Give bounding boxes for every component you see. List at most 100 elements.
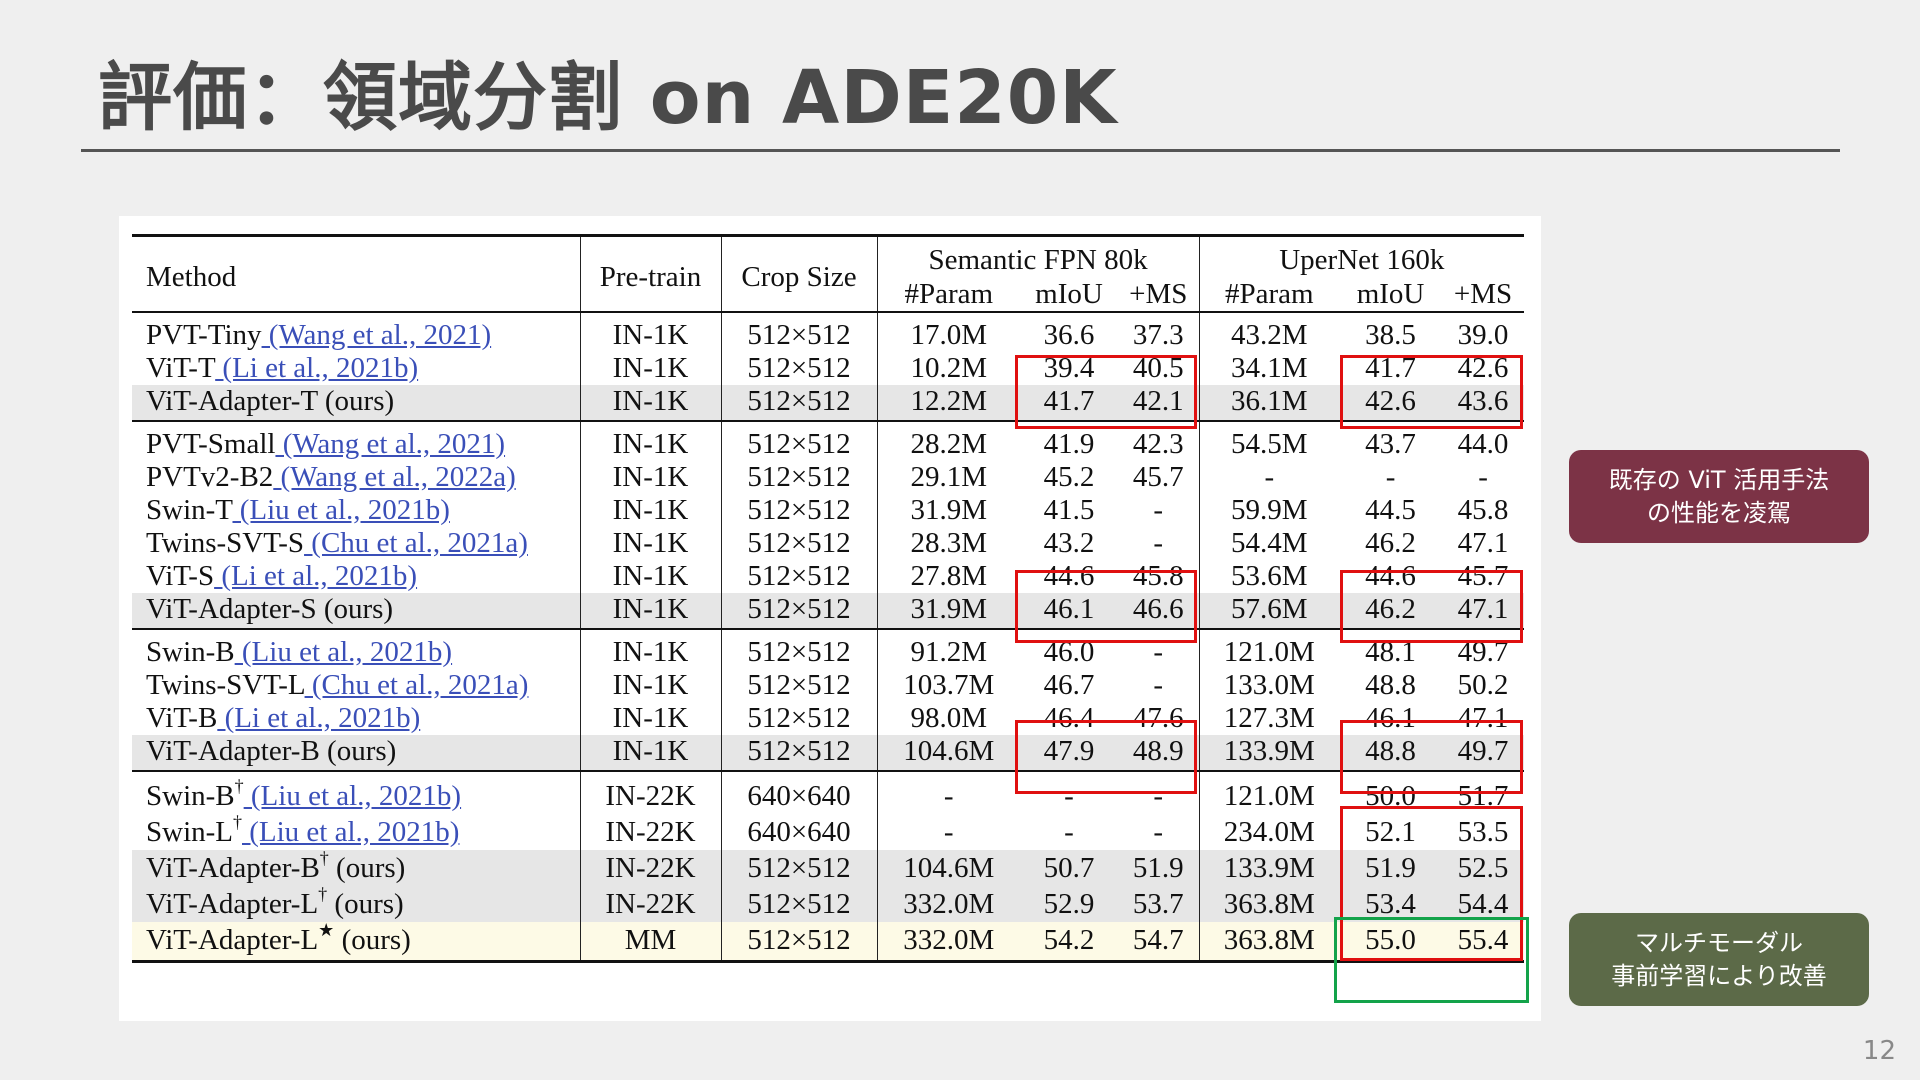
cell-fpn-ms: 53.7 [1118,886,1200,922]
cell-up-param: 43.2M [1198,312,1340,352]
cell-up-miou: 42.6 [1339,385,1443,421]
cell-crop: 512×512 [720,629,877,669]
citation-link[interactable]: (Wang et al., 2021) [262,319,491,351]
header-up-ms: +MS [1453,278,1513,310]
cell-pretrain: IN-1K [579,385,721,421]
cell-fpn-ms: 42.3 [1132,428,1184,460]
method-name: Twins-SVT-S [146,527,305,559]
method-cell: ViT-Adapter-B† (ours) [132,849,580,886]
citation-link[interactable]: (Li et al., 2021b) [215,352,418,384]
cell-pretrain: MM [579,922,721,962]
cell-up-miou: 43.7 [1365,428,1416,460]
cell-fpn-miou: 52.9 [1020,886,1118,922]
cell-pretrain: IN-1K [579,735,721,771]
citation-link[interactable]: (Liu et al., 2021b) [235,636,452,668]
cell-fpn-miou: 39.4 [1043,352,1095,384]
slide-title: 評価：領域分割 on ADE20K [98,55,1118,141]
citation-link[interactable]: (Wang et al., 2022a) [273,461,516,493]
cell-fpn-miou: 45.2 [1043,461,1095,493]
table-row: Twins-SVT-S (Chu et al., 2021a) IN-1K 512×… [132,527,1524,560]
cell-fpn-miou: - [1064,780,1074,812]
cell-up-ms: 39.0 [1457,319,1509,351]
cell-fpn-ms: - [1153,669,1164,701]
cell-fpn-ms: 45.7 [1132,461,1184,493]
citation-link[interactable]: (Chu et al., 2021a) [304,527,528,559]
table-row: ViT-Adapter-B (ours) IN-1K 512×512 104.6M 47… [132,735,1525,771]
cell-crop: 512×512 [720,527,877,560]
method-cell: ViT-Adapter-L★ (ours) [132,920,580,962]
cell-fpn-param: 31.9M [876,494,1020,527]
method-marker: ★ [318,920,335,941]
cell-fpn-miou: 46.1 [1020,593,1118,629]
method-name: ViT-S [146,560,215,592]
cell-up-ms: 43.6 [1442,385,1525,421]
cell-fpn-ms: 40.5 [1132,352,1184,384]
cell-pretrain: IN-1K [579,560,721,593]
cell-pretrain: IN-1K [579,669,721,702]
method-name: PVTv2-B2 [146,461,274,493]
table-row: Twins-SVT-L (Chu et al., 2021a) IN-1K 512×… [132,669,1524,702]
header-upernet: UperNet 160k [1198,235,1525,277]
cell-crop: 512×512 [720,421,877,461]
table-row: ViT-Adapter-L★ (ours) MM 512×512 332.0M 54.2… [132,920,1525,962]
table-row: PVT-Tiny (Wang et al., 2021) IN-1K 512×512… [132,312,1524,352]
cell-up-param: - [1198,461,1340,494]
cell-pretrain: IN-1K [579,312,721,352]
cell-fpn-miou: 44.6 [1043,560,1095,592]
cell-crop: 512×512 [720,735,877,771]
citation-link[interactable]: (Li et al., 2021b) [217,702,421,734]
citation-link[interactable]: (Liu et al., 2021b) [242,816,459,848]
header-up-param: #Param [1198,277,1340,312]
table-row: PVTv2-B2 (Wang et al., 2022a) IN-1K 512×51… [132,461,1524,494]
citation-link[interactable]: (Liu et al., 2021b) [244,780,461,812]
table-row: ViT-S (Li et al., 2021b) IN-1K 512×512 27.8… [132,560,1524,593]
cell-pretrain: IN-1K [579,421,721,461]
cell-fpn-miou: 46.0 [1043,636,1095,668]
header-semantic-fpn: Semantic FPN 80k [876,235,1200,277]
cell-crop: 512×512 [720,560,877,593]
cell-fpn-param: 98.0M [876,702,1020,735]
method-name: PVT-Small [146,428,276,460]
cell-crop: 512×512 [720,352,877,385]
table-group-tiny: PVT-Tiny (Wang et al., 2021) IN-1K 512×512… [132,312,1525,421]
citation-link[interactable]: (Liu et al., 2021b) [232,494,450,526]
cell-fpn-miou: 46.4 [1043,702,1095,734]
method-name: Swin-T [146,494,233,526]
cell-up-ms: 55.4 [1442,922,1525,962]
cell-up-miou: 44.6 [1365,560,1416,592]
method-suffix: (ours) [327,888,404,920]
cell-up-param: 34.1M [1198,352,1340,385]
table-group-small: PVT-Small (Wang et al., 2021) IN-1K 512×51… [132,421,1525,629]
cell-fpn-miou: 50.7 [1020,850,1118,886]
cell-fpn-ms: 47.6 [1132,702,1184,734]
cell-up-param: 59.9M [1198,494,1340,527]
cell-pretrain: IN-22K [579,850,721,886]
cell-up-ms: 45.8 [1457,494,1509,526]
cell-crop: 512×512 [720,312,877,352]
cell-crop: 512×512 [720,385,877,421]
cell-fpn-param: 28.2M [876,421,1020,461]
results-table-panel: Method Pre-train Crop Size Semantic FPN … [119,216,1541,1021]
cell-up-miou: 52.1 [1365,816,1416,848]
citation-link[interactable]: (Chu et al., 2021a) [305,669,529,701]
citation-link[interactable]: (Li et al., 2021b) [214,560,417,592]
citation-link[interactable]: (Wang et al., 2021) [275,428,505,460]
callout-red-line2: の性能を凌駕 [1647,498,1791,527]
method-name: PVT-Tiny [146,319,262,351]
cell-fpn-miou: 43.2 [1043,527,1095,559]
cell-up-miou: 46.1 [1365,702,1416,734]
cell-up-ms: 51.7 [1457,780,1509,812]
method-cell: PVTv2-B2 (Wang et al., 2022a) [132,461,580,494]
cell-up-param: 127.3M [1198,702,1340,735]
cell-fpn-param: 17.0M [876,312,1020,352]
cell-fpn-miou: 46.7 [1043,669,1095,701]
cell-up-ms: 54.4 [1442,886,1525,922]
method-suffix: (ours) [334,924,411,956]
cell-up-miou: 41.7 [1365,352,1416,384]
cell-fpn-ms: 48.9 [1118,735,1200,771]
method-name: Swin-L [146,816,233,848]
cell-fpn-ms: 54.7 [1118,922,1200,962]
cell-fpn-miou: 41.7 [1020,385,1118,421]
cell-pretrain: IN-22K [579,771,721,814]
cell-crop: 512×512 [720,922,877,962]
